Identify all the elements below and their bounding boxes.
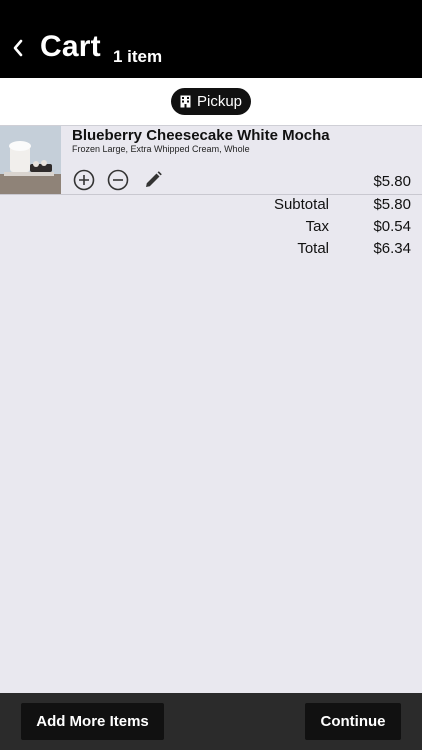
increase-quantity-button[interactable] [73, 169, 95, 191]
edit-item-button[interactable] [142, 169, 164, 191]
tax-label: Tax [305, 218, 329, 235]
subtotal-row: Subtotal $5.80 [0, 196, 422, 216]
app-header: Cart 1 item [0, 0, 422, 78]
subtotal-value: $5.80 [373, 196, 411, 213]
item-modifiers: Frozen Large, Extra Whipped Cream, Whole [72, 144, 250, 154]
tax-row: Tax $0.54 [0, 218, 422, 238]
total-value: $6.34 [373, 240, 411, 257]
footer-bar: Add More Items Continue [0, 693, 422, 750]
minus-circle-icon [107, 169, 129, 191]
page-title: Cart [40, 30, 101, 63]
pickup-label: Pickup [196, 93, 243, 110]
total-label: Total [297, 240, 329, 257]
pencil-icon [146, 171, 162, 187]
total-row: Total $6.34 [0, 240, 422, 260]
tax-value: $0.54 [373, 218, 411, 235]
item-name: Blueberry Cheesecake White Mocha [72, 127, 330, 144]
chevron-left-icon [13, 39, 23, 57]
plus-circle-icon [73, 169, 95, 191]
pickup-toggle[interactable]: Pickup [171, 88, 251, 115]
item-price: $5.80 [373, 173, 411, 190]
add-more-items-button[interactable]: Add More Items [21, 703, 164, 740]
decrease-quantity-button[interactable] [107, 169, 129, 191]
building-icon [180, 95, 191, 108]
subtotal-label: Subtotal [273, 196, 329, 213]
item-count: 1 item [113, 47, 163, 66]
back-button[interactable] [8, 34, 28, 62]
cart-item[interactable]: Blueberry Cheesecake White Mocha Frozen … [0, 126, 422, 195]
item-thumbnail [0, 126, 61, 194]
continue-button[interactable]: Continue [305, 703, 401, 740]
